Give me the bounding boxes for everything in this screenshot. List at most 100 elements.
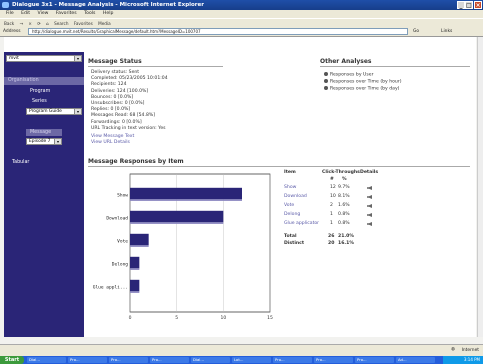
col-num: # bbox=[330, 177, 334, 182]
y-category-label: Vote bbox=[117, 238, 128, 244]
message-status-list: Delivery status: Sent Completed: 05/23/2… bbox=[91, 70, 168, 132]
menu-favorites[interactable]: Favorites bbox=[56, 11, 77, 16]
taskbar-item[interactable]: Lot... bbox=[232, 357, 271, 363]
taskbar-item[interactable]: Pro... bbox=[314, 357, 353, 363]
row-item-link[interactable]: Glue applicator bbox=[284, 221, 319, 226]
responses-by-user-link[interactable]: Responses by User bbox=[324, 72, 373, 78]
row-count: 10 bbox=[330, 194, 336, 199]
minimize-button[interactable]: _ bbox=[457, 1, 465, 9]
taskbar-item[interactable]: Pro... bbox=[68, 357, 107, 363]
menu-file[interactable]: File bbox=[6, 11, 14, 16]
message-status-heading: Message Status bbox=[88, 58, 142, 65]
view-message-text-link[interactable]: View Message Text bbox=[91, 134, 134, 139]
taskbar-item[interactable]: Pro... bbox=[273, 357, 312, 363]
forward-button[interactable]: → bbox=[20, 21, 24, 26]
taskbar-item[interactable]: Pro... bbox=[109, 357, 148, 363]
url-input[interactable]: http://dialogue.mvit.net/Results/Graphic… bbox=[28, 28, 408, 35]
program-select[interactable]: Program Guide ▾ bbox=[26, 108, 82, 115]
address-label: Address bbox=[3, 29, 21, 34]
y-category-label: Delong bbox=[112, 261, 129, 267]
row-item-link[interactable]: Download bbox=[284, 194, 307, 199]
taskbar-item[interactable]: Dial... bbox=[191, 357, 230, 363]
bar bbox=[130, 187, 242, 200]
speaker-icon[interactable] bbox=[367, 186, 372, 190]
speaker-icon[interactable] bbox=[367, 195, 372, 199]
view-url-details-link[interactable]: View URL Details bbox=[91, 140, 130, 145]
start-button[interactable]: Start bbox=[0, 356, 24, 364]
total-count: 26 bbox=[328, 234, 335, 239]
zone-label: Internet bbox=[461, 348, 479, 353]
col-details: Details bbox=[360, 170, 379, 175]
bar-shadow bbox=[130, 199, 242, 201]
links-button[interactable]: Links bbox=[441, 28, 452, 35]
row-item-link[interactable]: Vote bbox=[284, 203, 294, 208]
row-item-link[interactable]: Delong bbox=[284, 212, 300, 217]
chart-labels: Show Download Vote Delong Glue appli... bbox=[93, 192, 129, 290]
menu-help[interactable]: Help bbox=[103, 11, 113, 16]
search-button[interactable]: Search bbox=[54, 21, 68, 26]
menu-view[interactable]: View bbox=[38, 11, 49, 16]
vertical-scrollbar[interactable] bbox=[477, 37, 483, 337]
address-bar: Address http://dialogue.mvit.net/Results… bbox=[0, 27, 483, 37]
row-pct: 0.8% bbox=[338, 221, 350, 226]
bullet-icon bbox=[324, 86, 328, 90]
tabular-link[interactable]: Tabular bbox=[12, 160, 29, 165]
refresh-button[interactable]: ⟳ bbox=[37, 21, 41, 26]
home-button[interactable]: ⌂ bbox=[46, 21, 49, 26]
taskbar: Start Dial... Pro... Pro... Pro... Dial... Lo… bbox=[0, 356, 483, 364]
message-select[interactable]: Episode 7 ▾ bbox=[26, 138, 62, 145]
status-row: URL Tracking in text version: Yes bbox=[91, 125, 166, 131]
maximize-button[interactable]: □ bbox=[465, 1, 473, 9]
responses-by-day-link[interactable]: Responses over Time (by day) bbox=[324, 86, 399, 92]
taskbar-item[interactable]: Dial... bbox=[27, 357, 66, 363]
bar bbox=[130, 233, 149, 246]
menu-tools[interactable]: Tools bbox=[84, 11, 95, 16]
responses-by-hour-link[interactable]: Responses over Time (by hour) bbox=[324, 79, 402, 85]
go-button[interactable]: Go bbox=[413, 28, 419, 35]
taskbar-item[interactable]: Pro... bbox=[355, 357, 394, 363]
row-item-link[interactable]: Show bbox=[284, 185, 296, 190]
col-item: Item bbox=[284, 170, 296, 175]
distinct-count: 20 bbox=[328, 241, 335, 246]
divider bbox=[320, 66, 470, 67]
x-tick-label: 10 bbox=[220, 315, 226, 321]
bar-shadow bbox=[130, 291, 140, 293]
program-label[interactable]: Program bbox=[30, 89, 50, 94]
row-count: 1 bbox=[330, 221, 333, 226]
message-label: Message bbox=[30, 130, 52, 135]
message-select-value: Episode 7 bbox=[29, 139, 51, 144]
taskbar-item[interactable]: Ad... bbox=[396, 357, 435, 363]
col-click-throughs: Click-Throughs bbox=[322, 170, 360, 175]
series-label[interactable]: Series bbox=[32, 99, 47, 104]
window-title: Dialogue 3x1 - Message Analysis - Micros… bbox=[12, 2, 204, 8]
analysis-label: Responses over Time (by day) bbox=[330, 86, 400, 92]
y-category-label: Glue appli... bbox=[93, 284, 128, 290]
chevron-down-icon: ▾ bbox=[54, 139, 61, 144]
row-pct: 1.6% bbox=[338, 203, 350, 208]
account-select-value: mvit bbox=[9, 56, 19, 61]
speaker-icon[interactable] bbox=[367, 222, 372, 226]
bullet-icon bbox=[324, 72, 328, 76]
speaker-icon[interactable] bbox=[367, 204, 372, 208]
bar bbox=[130, 279, 140, 292]
total-pct: 21.0% bbox=[338, 234, 354, 239]
close-button[interactable]: × bbox=[474, 1, 482, 9]
stop-button[interactable]: × bbox=[28, 21, 32, 26]
menu-edit[interactable]: Edit bbox=[21, 11, 30, 16]
analysis-label: Responses by User bbox=[330, 72, 374, 78]
media-button[interactable]: Media bbox=[98, 21, 111, 26]
speaker-icon[interactable] bbox=[367, 213, 372, 217]
bar-shadow bbox=[130, 222, 224, 224]
bar bbox=[130, 256, 140, 269]
row-pct: 0.8% bbox=[338, 212, 350, 217]
taskbar-item[interactable]: Pro... bbox=[150, 357, 189, 363]
x-tick-label: 5 bbox=[175, 315, 178, 321]
favorites-button[interactable]: Favorites bbox=[74, 21, 93, 26]
x-tick-label: 0 bbox=[129, 315, 132, 321]
back-button[interactable]: Back bbox=[4, 21, 14, 26]
ie-icon bbox=[2, 2, 9, 8]
main-content: Message Status Delivery status: Sent Com… bbox=[84, 52, 476, 337]
account-select[interactable]: mvit ▾ bbox=[6, 55, 82, 62]
row-count: 2 bbox=[330, 203, 333, 208]
organisation-label[interactable]: Organisation bbox=[8, 78, 39, 83]
